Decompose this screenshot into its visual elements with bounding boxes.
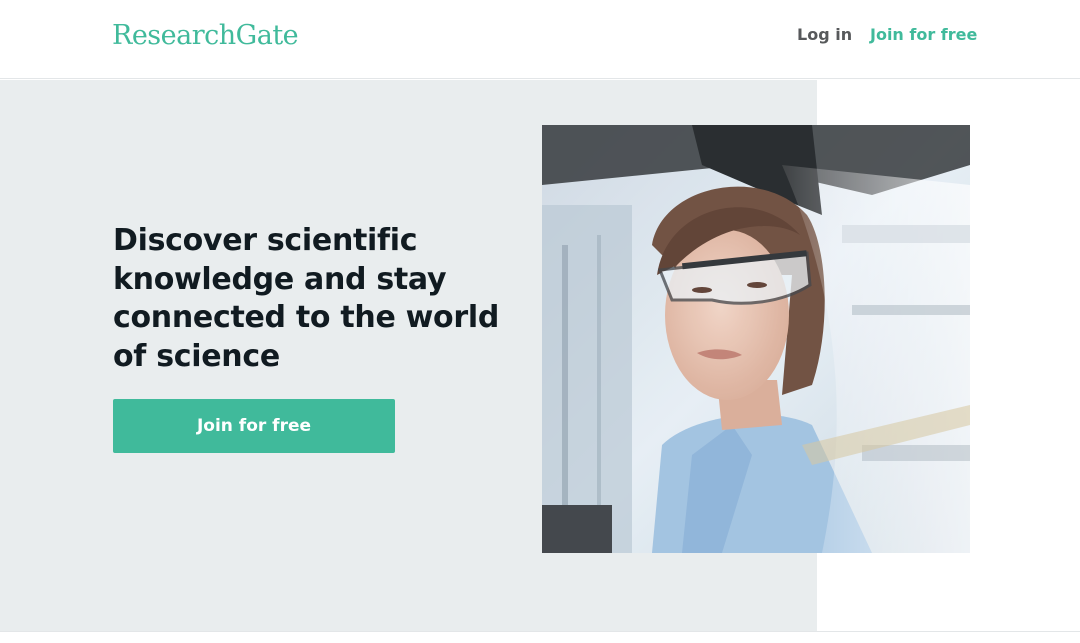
join-for-free-link[interactable]: Join for free <box>870 25 977 44</box>
section-divider <box>0 631 1080 632</box>
top-header: ResearchGate Log in Join for free <box>0 0 1080 79</box>
scientist-in-lab-photo <box>542 125 970 553</box>
join-for-free-button[interactable]: Join for free <box>113 399 395 453</box>
hero-headline: Discover scientific knowledge and stay c… <box>113 223 500 374</box>
login-link[interactable]: Log in <box>797 25 852 44</box>
researchgate-logo[interactable]: ResearchGate <box>112 20 299 51</box>
